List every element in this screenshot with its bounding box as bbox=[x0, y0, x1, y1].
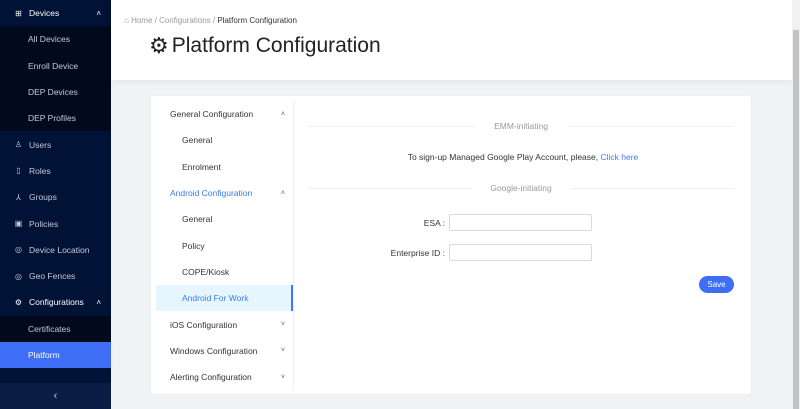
policy-icon: ▣ bbox=[14, 219, 23, 229]
sidebar-item-geo-fences[interactable]: ◎ Geo Fences bbox=[0, 263, 111, 289]
click-here-link[interactable]: Click here bbox=[601, 152, 639, 162]
android-for-work-panel: EMM-initiating To sign-up Managed Google… bbox=[294, 96, 752, 394]
sidebar-item-groups[interactable]: ⅄ Groups bbox=[0, 184, 111, 210]
chevron-up-icon: ˄ bbox=[96, 297, 101, 307]
book-icon: ▯ bbox=[16, 166, 21, 176]
sidebar-item-dep-devices[interactable]: DEP Devices bbox=[0, 79, 111, 105]
menu-policy[interactable]: Policy bbox=[156, 232, 293, 258]
esa-label: ESA : bbox=[423, 217, 445, 228]
gear-icon: ⚙ bbox=[149, 33, 169, 58]
menu-android-for-work[interactable]: Android For Work bbox=[156, 285, 293, 312]
sidebar-item-dep-profiles[interactable]: DEP Profiles bbox=[0, 105, 111, 131]
scrollbar[interactable] bbox=[792, 0, 800, 409]
menu-enrolment[interactable]: Enrolment bbox=[156, 154, 293, 180]
menu-android-configuration[interactable]: Android Configuration ˄ bbox=[156, 180, 293, 206]
menu-general-configuration[interactable]: General Configuration ˄ bbox=[156, 101, 293, 127]
user-icon: ♙ bbox=[14, 140, 23, 150]
sidebar-item-roles[interactable]: ▯ Roles bbox=[0, 158, 111, 184]
signup-text: To sign-up Managed Google Play Account, … bbox=[407, 152, 639, 162]
page-header: ⌂ Home / Configurations / Platform Confi… bbox=[111, 0, 792, 80]
emm-divider: EMM-initiating bbox=[308, 121, 734, 131]
groups-icon: ⅄ bbox=[16, 192, 21, 202]
menu-windows-configuration[interactable]: Windows Configuration ˅ bbox=[156, 338, 293, 364]
location-icon: ◎ bbox=[15, 271, 22, 281]
chevron-up-icon: ˄ bbox=[280, 189, 285, 197]
sidebar-item-enroll-device[interactable]: Enroll Device bbox=[0, 53, 111, 79]
menu-android-general[interactable]: General bbox=[156, 206, 293, 232]
scrollbar-thumb[interactable] bbox=[793, 30, 799, 409]
chevron-up-icon: ˄ bbox=[96, 8, 101, 18]
sidebar-item-certificates[interactable]: Certificates bbox=[0, 316, 111, 342]
google-divider: Google-initiating bbox=[308, 183, 734, 193]
home-icon: ⌂ bbox=[124, 16, 129, 25]
page-title: Platform Configuration bbox=[171, 34, 381, 57]
menu-alerting-configuration[interactable]: Alerting Configuration ˅ bbox=[156, 364, 293, 390]
sidebar-item-policies[interactable]: ▣ Policies bbox=[0, 210, 111, 236]
sidebar-item-devices[interactable]: ⊞ Devices ˄ bbox=[0, 0, 111, 26]
menu-ios-configuration[interactable]: iOS Configuration ˅ bbox=[156, 311, 293, 337]
devices-icon: ⊞ bbox=[15, 8, 22, 18]
chevron-up-icon: ˄ bbox=[280, 110, 285, 118]
breadcrumb-home[interactable]: Home bbox=[131, 16, 152, 25]
breadcrumb: ⌂ Home / Configurations / Platform Confi… bbox=[124, 16, 297, 25]
save-button[interactable]: Save bbox=[699, 276, 734, 293]
chevron-down-icon: ˅ bbox=[280, 321, 285, 329]
menu-general[interactable]: General bbox=[156, 127, 293, 153]
config-menu: General Configuration ˄ General Enrolment… bbox=[156, 101, 294, 389]
chevron-down-icon: ˅ bbox=[280, 347, 285, 355]
sidebar-item-configurations[interactable]: ⚙ Configurations ˄ bbox=[0, 289, 111, 315]
sidebar-item-device-location[interactable]: ◎ Device Location bbox=[0, 237, 111, 263]
gear-icon: ⚙ bbox=[14, 297, 23, 307]
sidebar-item-all-devices[interactable]: All Devices bbox=[0, 26, 111, 52]
location-icon: ◎ bbox=[15, 245, 22, 255]
chevron-down-icon: ˅ bbox=[280, 373, 285, 381]
collapse-sidebar-button[interactable]: ‹ bbox=[0, 383, 111, 409]
esa-input[interactable] bbox=[449, 214, 592, 231]
sidebar: ⊞ Devices ˄ All Devices Enroll Device DEP … bbox=[0, 0, 111, 409]
config-card: General Configuration ˄ General Enrolment… bbox=[150, 95, 752, 395]
chevron-left-icon: ‹ bbox=[53, 390, 58, 402]
menu-cope-kiosk[interactable]: COPE/Kiosk bbox=[156, 259, 293, 285]
sidebar-item-users[interactable]: ♙ Users bbox=[0, 131, 111, 157]
breadcrumb-current: Platform Configuration bbox=[217, 16, 297, 25]
breadcrumb-configurations[interactable]: Configurations bbox=[159, 16, 211, 25]
enterprise-id-label: Enterprise ID : bbox=[390, 247, 445, 258]
enterprise-id-input[interactable] bbox=[449, 244, 592, 261]
sidebar-item-platform[interactable]: Platform bbox=[0, 341, 111, 369]
